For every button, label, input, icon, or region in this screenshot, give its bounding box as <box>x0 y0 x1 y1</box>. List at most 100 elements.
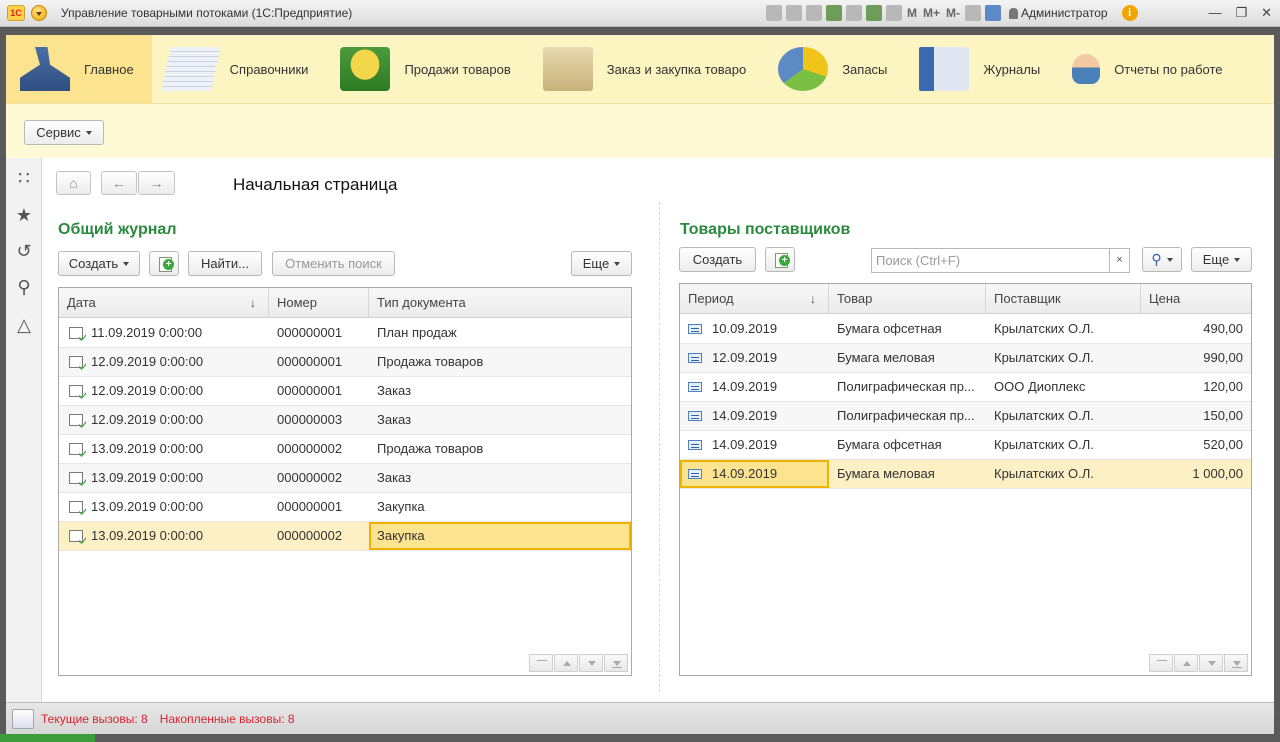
back-button[interactable]: ← <box>101 171 137 195</box>
section-reports[interactable]: Отчеты по работе <box>1058 35 1240 103</box>
column-header-product[interactable]: Товар <box>829 284 986 314</box>
posted-document-icon <box>69 472 83 484</box>
scroll-down-icon[interactable] <box>579 654 603 672</box>
search-options-button[interactable]: ⚲ <box>1142 247 1182 272</box>
column-header-doctype[interactable]: Тип документа <box>369 288 631 318</box>
table-row[interactable]: 12.09.2019 0:00:00 000000001 Продажа тов… <box>59 348 631 377</box>
all-functions-icon[interactable]: ∷ <box>15 169 33 187</box>
calculator-icon[interactable] <box>866 5 882 21</box>
suppliers-more-button[interactable]: Еще <box>1191 247 1252 272</box>
column-header-price[interactable]: Цена <box>1141 284 1251 314</box>
forward-button[interactable]: → <box>138 171 175 195</box>
panels-icon[interactable] <box>985 5 1002 21</box>
column-header-period[interactable]: Период ↓ <box>680 284 829 314</box>
table-row[interactable]: 14.09.2019 Бумага офсетная Крылатских О.… <box>680 431 1251 460</box>
preview-icon[interactable] <box>806 5 822 21</box>
journal-table[interactable]: Дата ↓ Номер Тип документа 11.09.2019 0:… <box>58 287 632 676</box>
minimize-icon[interactable]: — <box>1208 5 1221 21</box>
zoom-icon[interactable] <box>965 5 982 21</box>
cell-date: 12.09.2019 0:00:00 <box>91 383 204 398</box>
cell-period-current[interactable]: 14.09.2019 <box>680 460 829 488</box>
notifications-bell-icon[interactable]: △ <box>15 316 33 334</box>
more-label: Еще <box>582 256 610 271</box>
service-button[interactable]: Сервис <box>24 120 104 145</box>
memory-minus-button[interactable]: M- <box>945 6 961 20</box>
journal-more-button[interactable]: Еще <box>571 251 632 276</box>
window-controls: — ❐ ✕ <box>1208 5 1272 21</box>
section-main[interactable]: Главное <box>6 35 152 103</box>
taskbar-strip <box>0 734 1280 742</box>
save-icon[interactable] <box>766 5 782 21</box>
home-button[interactable]: ⌂ <box>56 171 91 195</box>
column-header-date[interactable]: Дата ↓ <box>59 288 269 318</box>
journal-create-button[interactable]: Создать <box>58 251 140 276</box>
cell-product: Бумага офсетная <box>837 321 942 336</box>
cell-number: 000000001 <box>277 325 343 340</box>
table-row[interactable]: 11.09.2019 0:00:00 000000001 План продаж <box>59 319 631 348</box>
workspace: ⌂ ← → Начальная страница Общий журнал Со… <box>42 158 1274 702</box>
table-row[interactable]: 12.09.2019 0:00:00 000000001 Заказ <box>59 377 631 406</box>
table-row[interactable]: 10.09.2019 Бумага офсетная Крылатских О.… <box>680 315 1251 344</box>
favorites-star-icon[interactable]: ★ <box>15 206 33 224</box>
arrow-right-icon: → <box>149 175 164 191</box>
mail-icon[interactable] <box>846 5 862 21</box>
chevron-down-icon <box>85 130 92 135</box>
cell-doctype: Продажа товаров <box>377 441 484 456</box>
section-sales[interactable]: Продажи товаров <box>326 35 528 103</box>
cell-period: 10.09.2019 <box>712 321 778 336</box>
suppliers-create-button[interactable]: Создать <box>679 247 756 272</box>
close-icon[interactable]: ✕ <box>1261 5 1272 21</box>
cancel-search-button[interactable]: Отменить поиск <box>272 251 395 276</box>
cell-doctype-current[interactable]: Закупка <box>369 522 631 550</box>
scroll-up-icon[interactable] <box>554 654 578 672</box>
section-orders[interactable]: Заказ и закупка товаро <box>529 35 764 103</box>
table-row[interactable]: 13.09.2019 0:00:00 000000002 Заказ <box>59 464 631 493</box>
clear-search-icon[interactable]: × <box>1110 248 1130 273</box>
find-button[interactable]: Найти... <box>188 251 262 276</box>
section-label: Заказ и закупка товаро <box>606 61 747 77</box>
suppliers-table[interactable]: Период ↓ Товар Поставщик Цена 10.09.2019… <box>679 283 1252 676</box>
scroll-up-icon[interactable] <box>1174 654 1198 672</box>
table-row[interactable]: 12.09.2019 0:00:00 000000003 Заказ <box>59 406 631 435</box>
table-row[interactable]: 13.09.2019 0:00:00 000000002 Продажа тов… <box>59 435 631 464</box>
suppliers-title: Товары поставщиков <box>680 221 851 238</box>
scroll-first-icon[interactable] <box>529 654 553 672</box>
papers-stack-icon <box>160 47 221 91</box>
cell-doctype: Заказ <box>377 383 412 398</box>
memory-button[interactable]: M <box>906 6 918 20</box>
journal-title: Общий журнал <box>58 221 177 238</box>
table-row[interactable]: 14.09.2019 Полиграфическая пр... ООО Дио… <box>680 373 1251 402</box>
table-row-selected[interactable]: 13.09.2019 0:00:00 000000002 Закупка <box>59 522 631 551</box>
register-record-icon <box>688 353 702 363</box>
info-icon[interactable]: i <box>1121 5 1138 21</box>
history-icon[interactable]: ↺ <box>15 242 33 260</box>
user-menu[interactable]: Администратор <box>1009 6 1108 20</box>
search-input[interactable]: Поиск (Ctrl+F) <box>871 248 1110 273</box>
scroll-down-icon[interactable] <box>1199 654 1223 672</box>
column-header-supplier[interactable]: Поставщик <box>986 284 1141 314</box>
table-row[interactable]: 12.09.2019 Бумага меловая Крылатских О.Л… <box>680 344 1251 373</box>
print-icon[interactable] <box>786 5 802 21</box>
table-row-selected[interactable]: 14.09.2019 Бумага меловая Крылатских О.Л… <box>680 460 1251 489</box>
section-stock[interactable]: Запасы <box>764 35 905 103</box>
create-by-copy-button[interactable] <box>765 247 795 272</box>
table-row[interactable]: 14.09.2019 Полиграфическая пр... Крылатс… <box>680 402 1251 431</box>
cell-doctype: План продаж <box>377 325 457 340</box>
table-row[interactable]: 13.09.2019 0:00:00 000000001 Закупка <box>59 493 631 522</box>
create-by-copy-button[interactable] <box>149 251 179 276</box>
scroll-first-icon[interactable] <box>1149 654 1173 672</box>
search-icon[interactable]: ⚲ <box>15 278 33 296</box>
server-calls-icon[interactable] <box>12 708 34 729</box>
memory-plus-button[interactable]: M+ <box>922 6 941 20</box>
scroll-last-icon[interactable] <box>604 654 628 672</box>
section-journals[interactable]: Журналы <box>905 35 1058 103</box>
calendar-icon[interactable] <box>886 5 902 21</box>
column-header-number[interactable]: Номер <box>269 288 369 318</box>
main-menu-button[interactable] <box>31 5 47 21</box>
section-catalogs[interactable]: Справочники <box>152 35 327 103</box>
cell-doctype: Продажа товаров <box>377 354 484 369</box>
restore-icon[interactable]: ❐ <box>1235 5 1247 21</box>
link-icon[interactable] <box>826 5 842 21</box>
cell-period: 14.09.2019 <box>712 408 778 423</box>
scroll-last-icon[interactable] <box>1224 654 1248 672</box>
